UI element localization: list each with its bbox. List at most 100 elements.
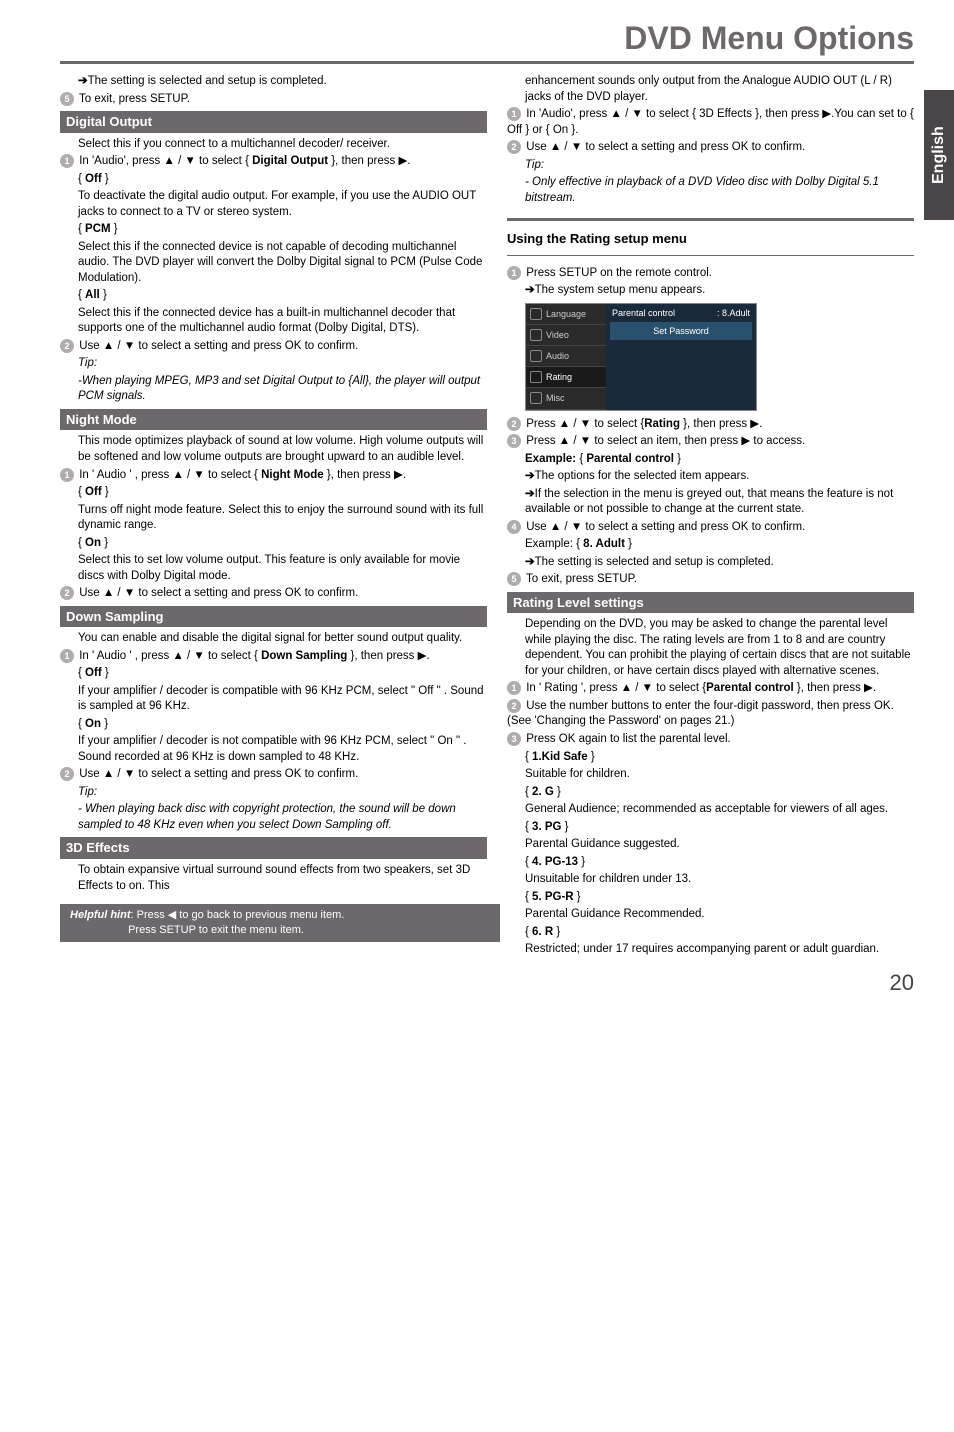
content-columns: The setting is selected and setup is com… [60, 74, 914, 960]
text: To exit, press SETUP. [79, 93, 190, 105]
text: The options for the selected item appear… [535, 470, 750, 482]
step-4-icon: 4 [507, 520, 521, 534]
step-5-icon: 5 [60, 92, 74, 106]
step-1-icon: 1 [507, 681, 521, 695]
text: Suitable for children. [525, 767, 914, 783]
menu-item-audio: Audio [526, 346, 606, 367]
step-2-icon: 2 [507, 699, 521, 713]
right-column: enhancement sounds only output from the … [507, 74, 914, 960]
text: Turns off night mode feature. Select thi… [78, 503, 487, 534]
lock-icon [530, 371, 542, 383]
text: Digital Output [252, 155, 328, 167]
menu-screenshot: Language Video Audio Rating Misc Parenta… [525, 303, 757, 411]
step-1-icon: 1 [507, 107, 521, 121]
text: The system setup menu appears. [535, 284, 706, 296]
text: Example: { [525, 538, 583, 550]
text: }, then press ▶. [680, 418, 762, 430]
step-2-icon: 2 [60, 767, 74, 781]
tip-label: Tip: [78, 785, 487, 801]
option-pg: 3. PG [532, 821, 561, 833]
example-value: Parental control [586, 453, 674, 465]
text: }, then press ▶. [347, 650, 429, 662]
step-2-icon: 2 [507, 140, 521, 154]
option-r: 6. R [532, 926, 553, 938]
text: Select this to set low volume output. Th… [78, 553, 487, 584]
tip-text: - When playing back disc with copyright … [78, 802, 487, 833]
menu-sidebar: Language Video Audio Rating Misc [526, 304, 606, 410]
text: Select this if the connected device has … [78, 306, 487, 337]
text: }, then press ▶. [328, 155, 410, 167]
step-5-icon: 5 [507, 572, 521, 586]
text: This mode optimizes playback of sound at… [78, 434, 487, 465]
text: To deactivate the digital audio output. … [78, 189, 487, 220]
option-all: All [85, 289, 100, 301]
option-pcm: PCM [85, 223, 111, 235]
step-2-icon: 2 [507, 417, 521, 431]
menu-row-password: Set Password [610, 322, 752, 340]
text: 8. Adult [583, 538, 625, 550]
text: Select this if the connected device is n… [78, 240, 487, 287]
text: General Audience; recommended as accepta… [525, 802, 914, 818]
3d-effects-heading: 3D Effects [60, 837, 487, 859]
option-on: On [85, 718, 101, 730]
text: Rating [644, 418, 680, 430]
option-off: Off [85, 173, 102, 185]
example-label: Example: [525, 453, 576, 465]
hint-text: : Press ◀ to go back to previous menu it… [131, 909, 345, 921]
tip-text: -When playing MPEG, MP3 and set Digital … [78, 374, 487, 405]
text: If the selection in the menu is greyed o… [525, 488, 893, 516]
text: Press ▲ / ▼ to select { [526, 418, 644, 430]
left-column: The setting is selected and setup is com… [60, 74, 487, 960]
digital-output-heading: Digital Output [60, 111, 487, 133]
text: Parental Guidance suggested. [525, 837, 914, 853]
text: In ' Rating ', press ▲ / ▼ to select { [526, 682, 706, 694]
step-1-icon: 1 [507, 266, 521, 280]
option-kid-safe: 1.Kid Safe [532, 751, 588, 763]
text: Use ▲ / ▼ to select a setting and press … [79, 587, 358, 599]
text: Press OK again to list the parental leve… [526, 733, 731, 745]
menu-content: Parental control: 8.Adult Set Password [606, 304, 756, 410]
globe-icon [530, 308, 542, 320]
menu-row-parental: Parental control: 8.Adult [606, 304, 756, 322]
text: Parental control [706, 682, 794, 694]
text: }, then press ▶. [794, 682, 876, 694]
text: To obtain expansive virtual surround sou… [78, 863, 487, 894]
arrow-icon [525, 556, 535, 568]
helpful-hint: Helpful hint: Press ◀ to go back to prev… [60, 904, 500, 942]
text: You can enable and disable the digital s… [78, 631, 487, 647]
arrow-icon [525, 284, 535, 296]
tip-label: Tip: [525, 158, 914, 174]
text: enhancement sounds only output from the … [525, 74, 914, 105]
option-on: On [85, 537, 101, 549]
step-3-icon: 3 [507, 434, 521, 448]
language-tab: English [924, 90, 954, 220]
text: } [625, 538, 632, 550]
menu-item-video: Video [526, 325, 606, 346]
step-2-icon: 2 [60, 586, 74, 600]
text: Unsuitable for children under 13. [525, 872, 914, 888]
text: Use ▲ / ▼ to select a setting and press … [526, 141, 805, 153]
text: Use ▲ / ▼ to select a setting and press … [526, 521, 805, 533]
page-number: 20 [60, 970, 914, 996]
video-icon [530, 329, 542, 341]
text: Depending on the DVD, you may be asked t… [525, 617, 914, 679]
text: In 'Audio', press ▲ / ▼ to select { [79, 155, 252, 167]
arrow-icon [525, 470, 535, 482]
text: Press ▲ / ▼ to select an item, then pres… [526, 435, 805, 447]
text: Down Sampling [261, 650, 347, 662]
text: Night Mode [261, 469, 324, 481]
text: In ' Audio ' , press ▲ / ▼ to select { [79, 650, 261, 662]
option-pgr: 5. PG-R [532, 891, 574, 903]
night-mode-heading: Night Mode [60, 409, 487, 431]
option-off: Off [85, 667, 102, 679]
rating-level-heading: Rating Level settings [507, 592, 914, 614]
page: DVD Menu Options English The setting is … [0, 0, 954, 1016]
text: The setting is selected and setup is com… [535, 556, 774, 568]
divider: Using the Rating setup menu [507, 218, 914, 256]
down-sampling-heading: Down Sampling [60, 606, 487, 628]
step-1-icon: 1 [60, 468, 74, 482]
option-pg13: 4. PG-13 [532, 856, 578, 868]
text: Parental Guidance Recommended. [525, 907, 914, 923]
arrow-icon [525, 488, 535, 500]
page-title: DVD Menu Options [60, 20, 914, 64]
